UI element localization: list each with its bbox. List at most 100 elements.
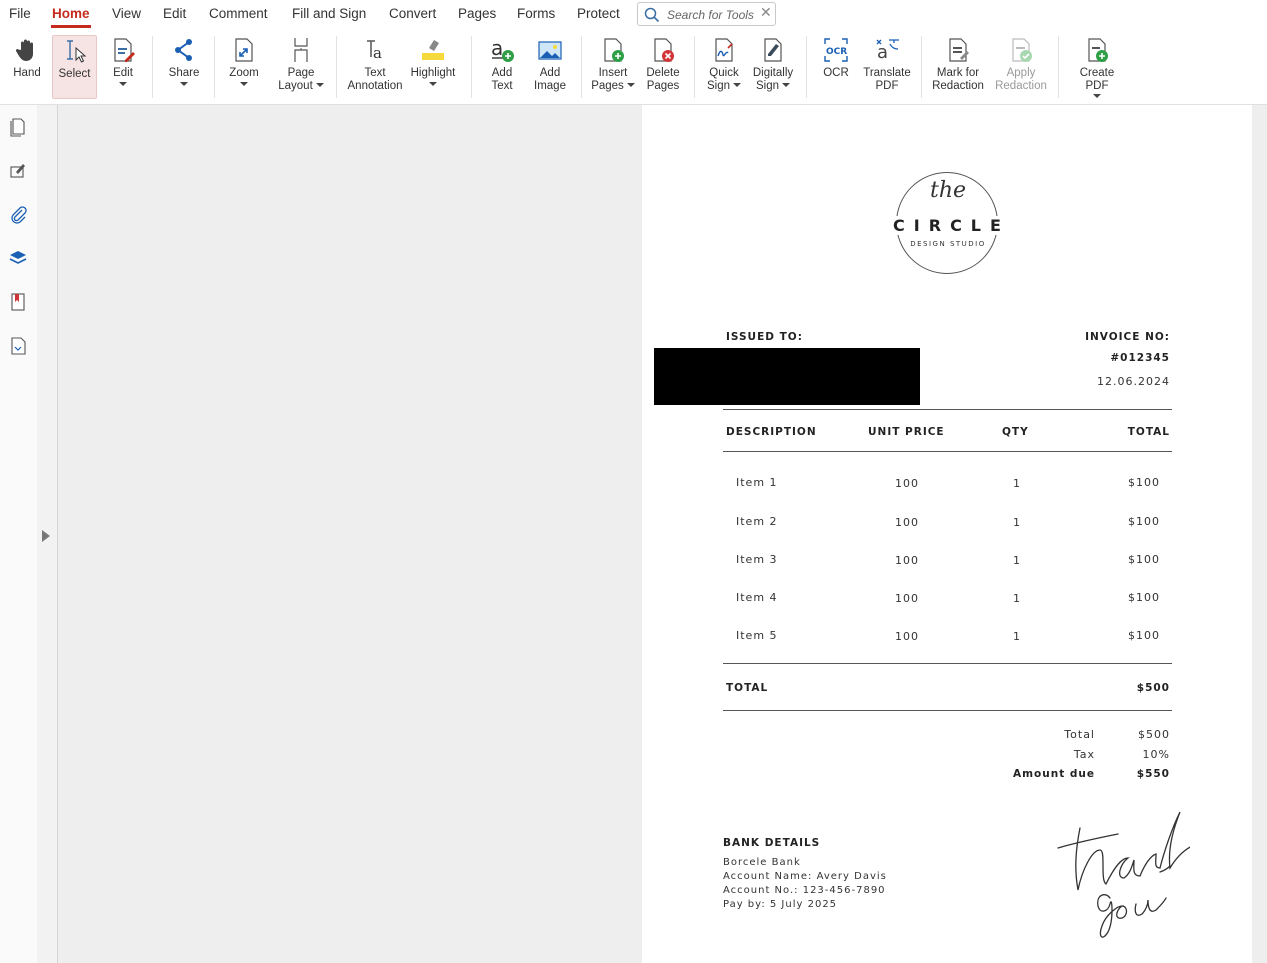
apply-redaction-icon	[1012, 38, 1032, 62]
hand-label: Hand	[13, 67, 41, 79]
add-text-button[interactable]: a Add Text	[481, 35, 523, 99]
add-image-button[interactable]: Add Image	[528, 35, 572, 99]
ribbon-separator	[581, 36, 582, 98]
bank-details-title: BANK DETAILS	[723, 837, 821, 849]
total-label: TOTAL	[726, 682, 769, 694]
svg-text:OCR: OCR	[826, 47, 847, 57]
pages-thumbnail-icon[interactable]	[7, 115, 29, 137]
chevron-down-icon[interactable]	[240, 81, 248, 86]
row-description: Item 4	[736, 591, 778, 604]
chevron-down-icon[interactable]	[180, 81, 188, 86]
canvas-edge	[1252, 105, 1267, 963]
chevron-down-icon[interactable]	[119, 81, 127, 86]
redaction-box	[654, 348, 920, 405]
account-number: Account No.: 123-456-7890	[723, 885, 886, 896]
invoice-number: #012345	[1110, 352, 1170, 364]
quick-sign-button[interactable]: Quick Sign	[701, 35, 747, 99]
edit-document-icon	[114, 38, 135, 62]
create-pdf-button[interactable]: Create PDF	[1067, 35, 1127, 99]
close-icon[interactable]: ✕	[760, 4, 772, 21]
active-tab-indicator	[51, 25, 91, 28]
insert-pages-button[interactable]: Insert Pages	[588, 35, 638, 99]
expand-panel-icon[interactable]	[42, 530, 50, 542]
search-placeholder: Search for Tools	[667, 8, 754, 22]
page-layout-label: Page Layout	[278, 67, 324, 92]
menu-fill-and-sign[interactable]: Fill and Sign	[292, 6, 366, 21]
ocr-button[interactable]: OCR OCR	[815, 35, 857, 99]
page-layout-button[interactable]: Page Layout	[272, 35, 330, 99]
share-button[interactable]: Share	[163, 35, 205, 99]
menu-view[interactable]: View	[112, 6, 141, 21]
menu-protect[interactable]: Protect	[577, 6, 620, 21]
menu-convert[interactable]: Convert	[389, 6, 436, 21]
menu-edit[interactable]: Edit	[163, 6, 186, 21]
row-description: Item 5	[736, 629, 778, 642]
add-image-label: Add Image	[534, 67, 566, 92]
add-image-icon	[538, 41, 562, 60]
issued-to-label: ISSUED TO:	[726, 331, 803, 343]
chevron-down-icon[interactable]	[782, 83, 791, 88]
row-unit-price: 100	[895, 592, 919, 605]
column-header-unit-price: UNIT PRICE	[868, 426, 945, 438]
menu-home[interactable]: Home	[52, 6, 90, 21]
table-footer-rule	[723, 663, 1172, 664]
menu-comment[interactable]: Comment	[209, 6, 268, 21]
ribbon-toolbar: Hand Select Edit Share Zoom Page Layout …	[0, 30, 1267, 105]
text-annotation-icon: a	[367, 40, 382, 62]
row-qty: 1	[1013, 630, 1021, 643]
menu-pages[interactable]: Pages	[458, 6, 496, 21]
highlight-button[interactable]: Highlight	[406, 35, 460, 99]
table-bottom-rule	[723, 710, 1172, 711]
row-total: $100	[1128, 476, 1160, 489]
insert-pages-label: Insert Pages	[591, 67, 635, 92]
svg-text:a: a	[491, 36, 503, 60]
insert-page-icon	[604, 38, 624, 62]
chevron-down-icon[interactable]	[315, 83, 324, 88]
signature-panel-icon[interactable]	[7, 159, 29, 181]
layers-icon[interactable]	[7, 247, 29, 269]
text-annotation-button[interactable]: a Text Annotation	[346, 35, 404, 99]
select-tool-button[interactable]: Select	[52, 35, 97, 99]
account-name: Account Name: Avery Davis	[723, 871, 887, 882]
logo-subtitle: DESIGN STUDIO	[910, 240, 986, 248]
share-label: Share	[168, 67, 200, 79]
svg-text:a: a	[373, 44, 382, 62]
logo-the-text: the	[930, 178, 967, 203]
zoom-page-icon	[235, 38, 253, 62]
row-unit-price: 100	[895, 477, 919, 490]
translate-pdf-button[interactable]: a Translate PDF	[861, 35, 913, 99]
collapsed-side-panel	[37, 105, 58, 963]
amount-due-label: Amount due	[1012, 768, 1095, 780]
bookmark-icon[interactable]	[7, 291, 29, 313]
menu-file[interactable]: File	[9, 6, 31, 21]
mark-for-redaction-button[interactable]: Mark for Redaction	[931, 35, 985, 99]
delete-pages-button[interactable]: Delete Pages	[641, 35, 685, 99]
digitally-sign-label: Digitally Sign	[752, 67, 794, 92]
column-header-description: DESCRIPTION	[726, 426, 817, 438]
search-tools-input[interactable]: Search for Tools ✕	[637, 2, 776, 26]
mark-for-redaction-label: Mark for Redaction	[932, 67, 984, 92]
zoom-button[interactable]: Zoom	[224, 35, 264, 99]
attachment-icon[interactable]	[7, 203, 29, 225]
left-sidebar	[0, 105, 38, 963]
chevron-down-icon[interactable]	[429, 81, 437, 86]
edit-button[interactable]: Edit	[103, 35, 143, 99]
chevron-down-icon[interactable]	[733, 83, 742, 88]
quick-sign-label: Quick Sign	[707, 67, 742, 92]
chevron-down-icon[interactable]	[626, 83, 635, 88]
hand-tool-button[interactable]: Hand	[6, 35, 48, 99]
text-annotation-label: Text Annotation	[347, 67, 403, 92]
digitally-sign-button[interactable]: Digitally Sign	[749, 35, 797, 99]
page-properties-icon[interactable]	[7, 335, 29, 357]
menu-forms[interactable]: Forms	[517, 6, 555, 21]
row-unit-price: 100	[895, 516, 919, 529]
ribbon-separator	[921, 36, 922, 98]
chevron-down-icon[interactable]	[1093, 94, 1101, 98]
ribbon-separator	[152, 36, 153, 98]
ribbon-separator	[1058, 36, 1059, 98]
summary-total-label: Total	[1064, 728, 1095, 741]
row-total: $100	[1128, 553, 1160, 566]
search-icon	[644, 7, 660, 23]
row-description: Item 2	[736, 515, 778, 528]
column-header-total: TOTAL	[1127, 426, 1170, 438]
